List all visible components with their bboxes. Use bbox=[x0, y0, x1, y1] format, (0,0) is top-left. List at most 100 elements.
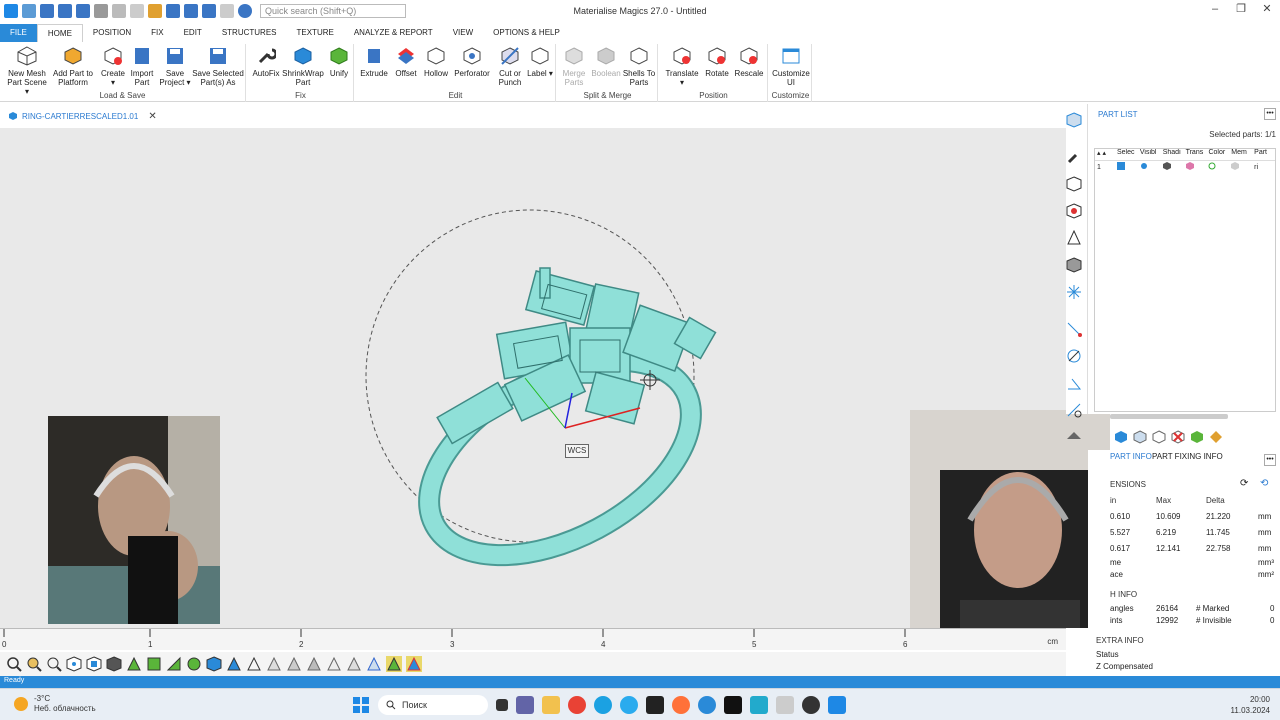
label-button[interactable]: Label ▾ bbox=[526, 46, 554, 78]
rotate-button[interactable]: Rotate bbox=[702, 46, 732, 78]
measure-angle-icon[interactable] bbox=[1066, 375, 1082, 391]
telegram-icon[interactable] bbox=[620, 696, 638, 714]
box-red-icon[interactable] bbox=[1066, 203, 1082, 219]
new-mesh-part-scene-button[interactable]: New Mesh Part Scene ▾ bbox=[6, 46, 48, 96]
import-icon[interactable] bbox=[166, 4, 180, 18]
tab-analyze-report[interactable]: ANALYZE & REPORT bbox=[344, 24, 443, 42]
taskbar-search[interactable]: Поиск bbox=[378, 695, 488, 715]
app-icon-4[interactable] bbox=[698, 696, 716, 714]
customize-ui-button[interactable]: Customize UI bbox=[772, 46, 810, 87]
task-view-icon[interactable] bbox=[496, 699, 508, 711]
tab-file[interactable]: FILE bbox=[0, 24, 37, 42]
info-menu-icon[interactable]: ••• bbox=[1264, 454, 1276, 466]
transparency-icon[interactable] bbox=[1184, 162, 1207, 172]
triangle-mode-2-icon[interactable] bbox=[286, 656, 302, 672]
app-icon-3[interactable] bbox=[672, 696, 690, 714]
folder-icon[interactable] bbox=[148, 4, 162, 18]
export-icon[interactable] bbox=[184, 4, 198, 18]
save-selected-parts-button[interactable]: Save Selected Part(s) As bbox=[192, 46, 244, 87]
view-back-icon[interactable] bbox=[146, 656, 162, 672]
rescale-button[interactable]: Rescale bbox=[734, 46, 764, 78]
tab-part-fixing-info[interactable]: PART FIXING INFO bbox=[1152, 452, 1223, 461]
chat-icon[interactable] bbox=[516, 696, 534, 714]
merge-parts-button[interactable]: Merge Parts bbox=[560, 46, 588, 87]
tab-structures[interactable]: STRUCTURES bbox=[212, 24, 287, 42]
tab-edit[interactable]: EDIT bbox=[174, 24, 212, 42]
view-cube-icon[interactable] bbox=[66, 656, 82, 672]
settings-icon[interactable] bbox=[94, 4, 108, 18]
shading-icon[interactable] bbox=[1161, 162, 1184, 172]
shrinkwrap-button[interactable]: ShrinkWrap Part bbox=[282, 46, 324, 87]
perforator-button[interactable]: Perforator bbox=[452, 46, 492, 78]
wireframe-icon[interactable] bbox=[246, 656, 262, 672]
triangle-mode-6-icon[interactable] bbox=[366, 656, 382, 672]
measure-circle-icon[interactable] bbox=[1066, 348, 1082, 364]
part-tool-3-icon[interactable] bbox=[1152, 430, 1166, 444]
maximize-button[interactable]: ❐ bbox=[1228, 0, 1254, 20]
quick-search-input[interactable]: Quick search (Shift+Q) bbox=[260, 4, 406, 18]
column-header[interactable]: Mem bbox=[1229, 149, 1252, 160]
panel-menu-icon[interactable]: ••• bbox=[1264, 108, 1276, 120]
tab-view[interactable]: VIEW bbox=[443, 24, 483, 42]
zoom-fit-icon[interactable] bbox=[46, 656, 62, 672]
translate-button[interactable]: Translate ▾ bbox=[664, 46, 700, 87]
app-icon-6[interactable] bbox=[750, 696, 768, 714]
measure-points-icon[interactable] bbox=[1066, 321, 1082, 337]
app-icon-2[interactable] bbox=[646, 696, 664, 714]
snowflake-icon[interactable] bbox=[1066, 284, 1082, 300]
part-tool-1-icon[interactable] bbox=[1114, 430, 1128, 444]
app-icon-1[interactable] bbox=[594, 696, 612, 714]
chrome-icon[interactable] bbox=[568, 696, 586, 714]
create-button[interactable]: Create ▾ bbox=[98, 46, 128, 87]
cut-or-punch-button[interactable]: Cut or Punch bbox=[494, 46, 526, 87]
render-mode-icon[interactable] bbox=[226, 656, 242, 672]
part-list-scrollbar[interactable] bbox=[1110, 414, 1228, 419]
column-header[interactable]: Color bbox=[1206, 149, 1229, 160]
tab-position[interactable]: POSITION bbox=[83, 24, 141, 42]
delete-part-icon[interactable] bbox=[1171, 430, 1185, 444]
app-icon-5[interactable] bbox=[724, 696, 742, 714]
triangle-mode-3-icon[interactable] bbox=[306, 656, 322, 672]
mesh-icon[interactable] bbox=[1066, 257, 1082, 273]
shells-to-parts-button[interactable]: Shells To Parts bbox=[622, 46, 656, 87]
part-list-icon[interactable] bbox=[1066, 112, 1082, 128]
box-tool-icon[interactable] bbox=[1066, 176, 1082, 192]
box-outline-icon[interactable] bbox=[130, 4, 144, 18]
box-icon[interactable] bbox=[112, 4, 126, 18]
unify-button[interactable]: Unify bbox=[326, 46, 352, 78]
view-front-icon[interactable] bbox=[106, 656, 122, 672]
tab-texture[interactable]: TEXTURE bbox=[287, 24, 344, 42]
view-side-icon[interactable] bbox=[126, 656, 142, 672]
hollow-button[interactable]: Hollow bbox=[422, 46, 450, 78]
column-header[interactable]: Selec bbox=[1115, 149, 1138, 160]
extrude-button[interactable]: Extrude bbox=[358, 46, 390, 78]
undo-icon[interactable] bbox=[202, 4, 216, 18]
autofix-button[interactable]: AutoFix bbox=[250, 46, 282, 78]
part-tool-2-icon[interactable] bbox=[1133, 430, 1147, 444]
triangle-mode-1-icon[interactable] bbox=[266, 656, 282, 672]
table-row[interactable]: 1 ri bbox=[1095, 161, 1275, 173]
view-top-icon[interactable] bbox=[86, 656, 102, 672]
part-tool-6-icon[interactable] bbox=[1209, 430, 1223, 444]
view-bottom-icon[interactable] bbox=[166, 656, 182, 672]
tab-home[interactable]: HOME bbox=[36, 23, 83, 43]
import-part-button[interactable]: Import Part bbox=[128, 46, 156, 87]
measure-distance-icon[interactable] bbox=[1066, 402, 1082, 418]
shaded-selected-icon[interactable] bbox=[406, 656, 422, 672]
add-part-to-platform-button[interactable]: Add Part to Platform bbox=[52, 46, 94, 87]
zoom-icon[interactable] bbox=[6, 656, 22, 672]
hat-icon[interactable] bbox=[1066, 429, 1082, 445]
visibility-icon[interactable] bbox=[1138, 162, 1161, 172]
tab-options-help[interactable]: OPTIONS & HELP bbox=[483, 24, 570, 42]
column-header[interactable]: Visibl bbox=[1138, 149, 1161, 160]
sort-icon[interactable]: ▴ ▴ bbox=[1095, 149, 1115, 160]
minimize-button[interactable]: – bbox=[1202, 0, 1228, 20]
globe-icon[interactable] bbox=[186, 656, 202, 672]
tab-part-info[interactable]: PART INFO bbox=[1110, 452, 1152, 461]
system-clock[interactable]: 20:00 11.03.2024 bbox=[1231, 694, 1270, 716]
weather-widget[interactable]: -3°C Неб. облачность bbox=[14, 694, 96, 714]
column-header[interactable]: Trans bbox=[1184, 149, 1207, 160]
close-button[interactable]: ✕ bbox=[1254, 0, 1280, 20]
column-header[interactable]: Part bbox=[1252, 149, 1275, 160]
select-checkbox[interactable] bbox=[1115, 162, 1138, 172]
